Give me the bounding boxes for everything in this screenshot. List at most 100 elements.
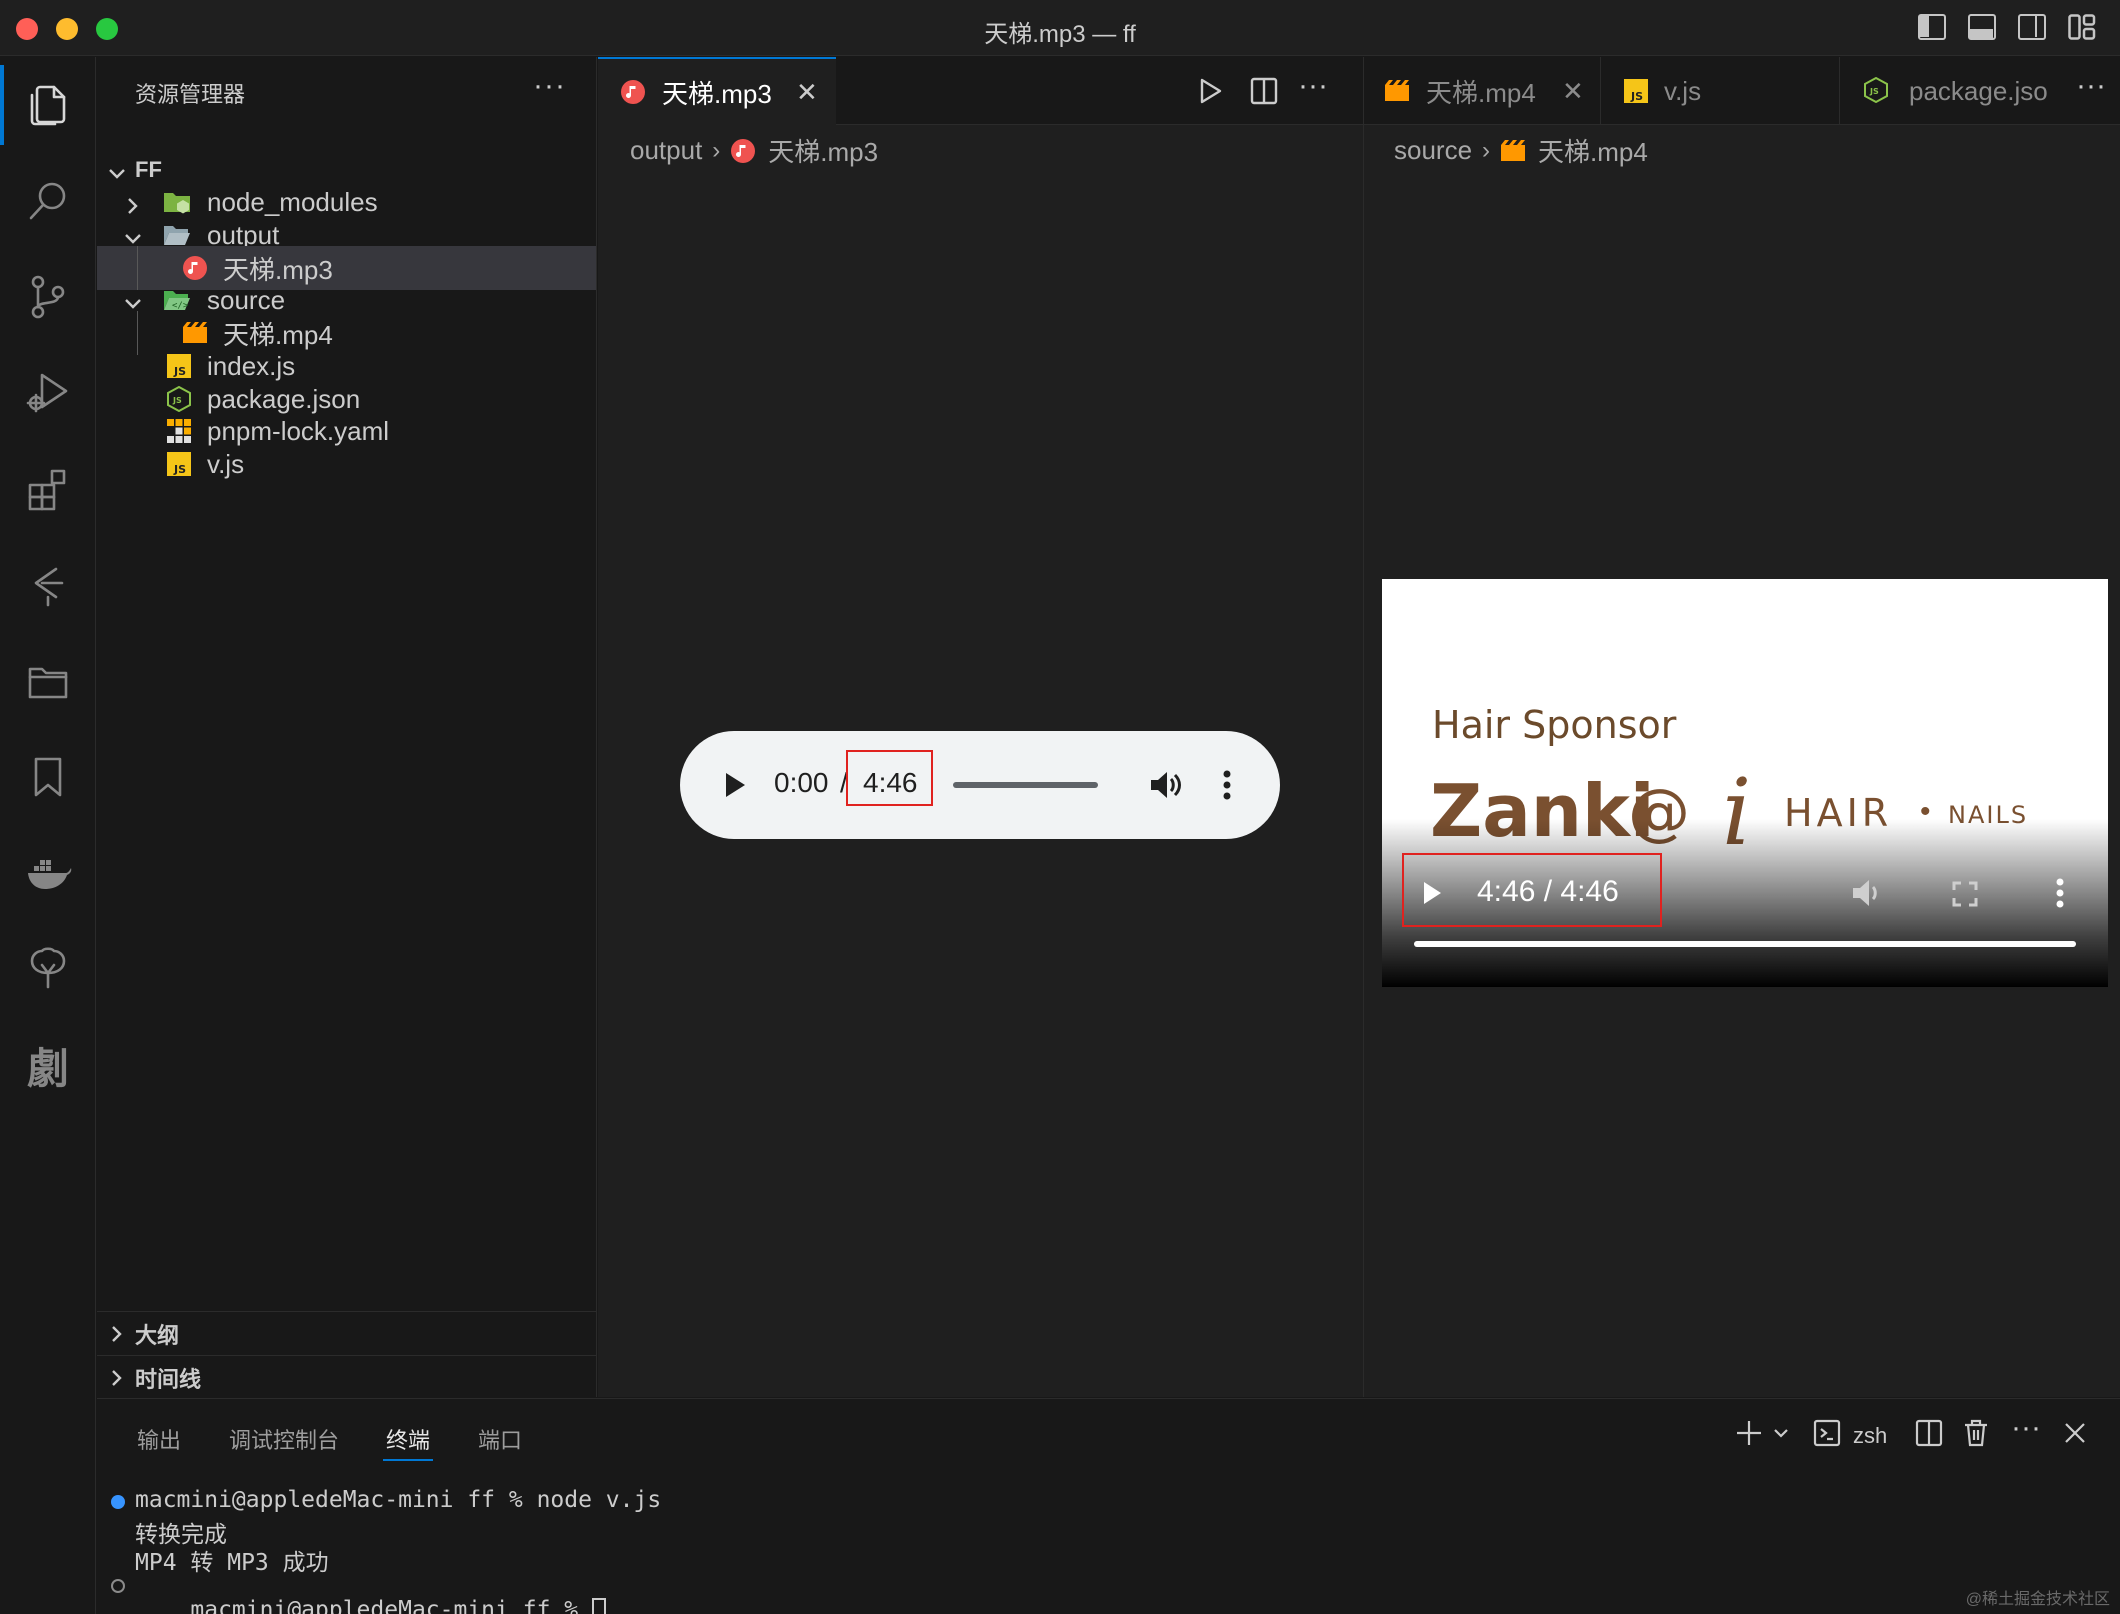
editor-more-button[interactable]: ··· (2070, 69, 2112, 103)
tab-mp4[interactable]: 天梯.mp4 ✕ (1364, 57, 1601, 125)
split-terminal-icon[interactable] (1915, 1419, 1943, 1452)
tab-label: 天梯.mp4 (1426, 77, 1536, 108)
audio-file-icon (621, 80, 645, 104)
command-pending-dot[interactable] (111, 1579, 125, 1593)
trash-icon[interactable] (1963, 1419, 1989, 1452)
more-options-icon[interactable] (2056, 877, 2064, 909)
explorer-sidebar: 资源管理器 ··· FF node_modules output 天梯.mp3 … (97, 57, 597, 1397)
breadcrumb-folder[interactable]: output (630, 135, 702, 166)
command-success-dot[interactable] (111, 1495, 125, 1509)
tree-icon[interactable] (0, 921, 96, 1017)
svg-text:JS: JS (1869, 87, 1879, 96)
new-terminal-icon[interactable] (1735, 1419, 1763, 1452)
terminal-line: macmini@appledeMac-mini ff % node v.js (135, 1487, 662, 1513)
tab-bar-left: 天梯.mp3 ✕ ··· (598, 57, 1363, 125)
svg-text:JS: JS (1630, 90, 1643, 103)
breadcrumb-file[interactable]: 天梯.mp3 (768, 132, 878, 169)
volume-icon[interactable] (1850, 878, 1884, 908)
svg-text:JS: JS (172, 396, 182, 405)
explorer-title: 资源管理器 (135, 82, 246, 107)
svg-text:</>: </> (172, 301, 189, 311)
fullscreen-icon[interactable] (1952, 881, 1978, 907)
editor-more-button[interactable]: ··· (1298, 69, 1328, 103)
terminal-icon[interactable] (1813, 1419, 1841, 1452)
folder-src-icon: </> (163, 286, 191, 314)
tab-output[interactable]: 输出 (137, 1423, 181, 1455)
breadcrumb-left: output › 天梯.mp3 (630, 132, 878, 169)
panel-more-button[interactable]: ··· (2011, 1411, 2041, 1445)
bookmark-icon[interactable] (0, 729, 96, 825)
close-panel-icon[interactable] (2063, 1421, 2087, 1450)
customize-layout-icon[interactable] (2068, 14, 2096, 40)
terminal-line: macmini@appledeMac-mini ff % (190, 1597, 592, 1614)
toggle-secondary-sidebar-icon[interactable] (2018, 14, 2046, 40)
chevron-down-icon[interactable] (1773, 1425, 1789, 1446)
close-tab-icon[interactable]: ✕ (796, 77, 818, 108)
folders-icon[interactable] (0, 633, 96, 729)
docker-icon[interactable] (0, 825, 96, 921)
highlight-box (846, 750, 933, 806)
chevron-right-icon: › (712, 136, 721, 164)
explorer-icon[interactable] (0, 57, 96, 153)
run-debug-icon[interactable] (0, 345, 96, 441)
active-tab-indicator (383, 1459, 433, 1461)
split-editor-icon[interactable] (1250, 77, 1278, 110)
extensions-icon[interactable] (0, 441, 96, 537)
tree-item-v-js[interactable]: JS v.js (97, 442, 596, 486)
chevron-down-icon (123, 225, 143, 245)
chevron-right-icon (107, 1368, 127, 1388)
search-icon[interactable] (0, 153, 96, 249)
folder-open-icon (163, 221, 191, 249)
terminal-cursor (591, 1597, 606, 1614)
tab-label: package.jso (1909, 75, 2048, 106)
timeline-section[interactable]: 时间线 (97, 1355, 596, 1399)
video-file-icon (1501, 139, 1526, 161)
tree-item-label: v.js (207, 448, 245, 479)
tab-ports[interactable]: 端口 (478, 1423, 522, 1455)
js-file-icon: JS (165, 352, 193, 380)
breadcrumb-folder[interactable]: source (1394, 135, 1472, 166)
audio-file-icon (731, 138, 756, 163)
play-icon[interactable] (724, 772, 746, 798)
volume-icon[interactable] (1148, 768, 1182, 802)
run-icon[interactable] (1198, 77, 1224, 110)
timeline-label: 时间线 (135, 1366, 202, 1392)
folder-node-icon (163, 188, 191, 216)
tab-label: 天梯.mp3 (662, 78, 772, 109)
title-bar: 天梯.mp3 — ff (0, 0, 2120, 56)
video-file-icon (1385, 80, 1409, 101)
js-file-icon: JS (165, 450, 193, 478)
chevron-down-icon (107, 160, 127, 180)
tab-bar-right: 天梯.mp4 ✕ JS v.js JS package.jso ··· (1364, 57, 2120, 125)
audio-current-time: 0:00 (774, 767, 829, 798)
breadcrumb-right: source › 天梯.mp4 (1394, 132, 1648, 169)
terminal-prompt[interactable]: macmini@appledeMac-mini ff % (135, 1571, 606, 1614)
git-graph-icon[interactable] (0, 537, 96, 633)
js-file-icon: JS (1624, 79, 1648, 103)
more-options-icon[interactable] (1223, 769, 1231, 801)
close-tab-icon[interactable]: ✕ (1562, 76, 1584, 107)
nodejs-icon: JS (1864, 77, 1888, 103)
audio-progress-track[interactable] (953, 782, 1098, 788)
explorer-more-button[interactable]: ··· (533, 69, 566, 103)
watermark: @稀土掘金技术社区 (1965, 1591, 2110, 1608)
chevron-right-icon: › (1482, 136, 1491, 164)
chevron-right-icon (123, 192, 143, 214)
chinese-char-icon[interactable]: 劇 (0, 1017, 96, 1113)
breadcrumb-file[interactable]: 天梯.mp4 (1538, 132, 1648, 169)
tab-debug-console[interactable]: 调试控制台 (229, 1423, 339, 1455)
audio-player: 0:00 / 4:46 (680, 731, 1280, 839)
toggle-panel-icon[interactable] (1968, 14, 1996, 40)
tab-v-js[interactable]: JS v.js (1602, 57, 1840, 125)
tab-mp3[interactable]: 天梯.mp3 ✕ (598, 57, 836, 125)
outline-section[interactable]: 大纲 (97, 1311, 596, 1355)
toggle-primary-sidebar-icon[interactable] (1918, 14, 1946, 40)
video-progress-track[interactable] (1414, 941, 2076, 947)
activity-bar: 劇 (0, 57, 96, 1614)
source-control-icon[interactable] (0, 249, 96, 345)
outline-label: 大纲 (135, 1322, 180, 1348)
video-player: Hair Sponsor Zanki @ i HAIR • NAILS 4:46… (1382, 579, 2108, 987)
terminal-shell-name[interactable]: zsh (1853, 1423, 1887, 1449)
window-title: 天梯.mp3 — ff (984, 21, 1136, 48)
tab-terminal[interactable]: 终端 (386, 1423, 430, 1455)
